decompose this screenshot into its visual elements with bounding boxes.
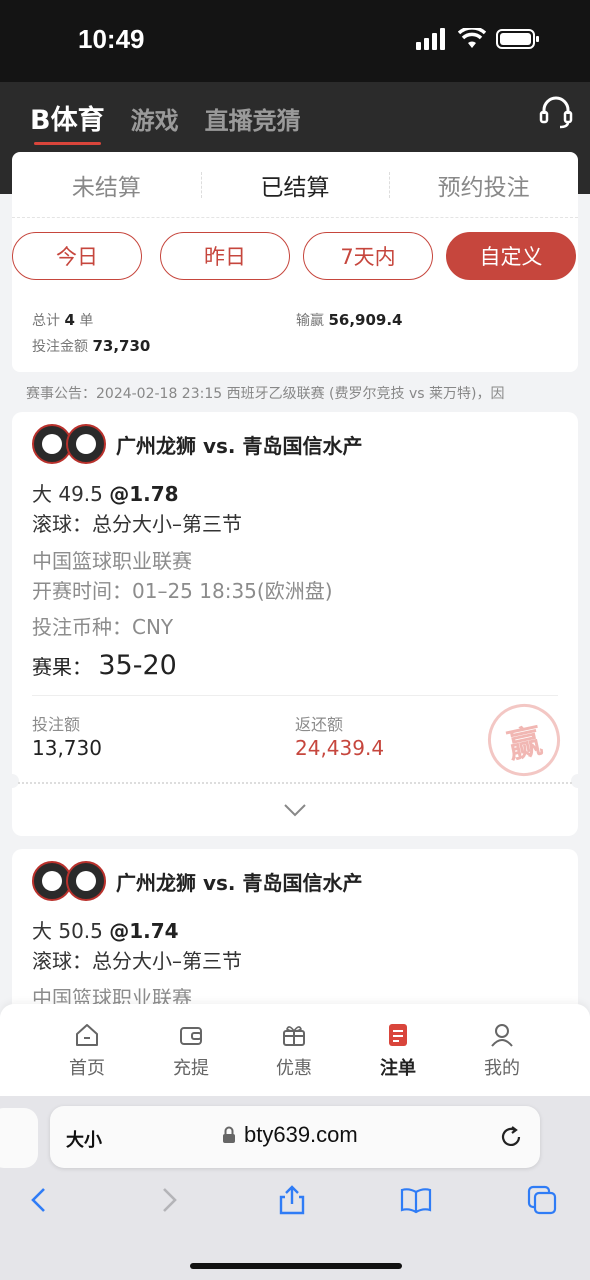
nav-label: 注单 xyxy=(380,1058,416,1079)
nav-label: 充提 xyxy=(173,1058,209,1079)
stake-value: 13,730 xyxy=(32,736,102,760)
settlement-card: 未结算 已结算 预约投注 今日 昨日 7天内 自定义 总计 4 单 输赢 56,… xyxy=(12,152,578,372)
bet-selection: 大 50.5 @1.74 xyxy=(32,915,179,944)
tab-games[interactable]: 游戏 xyxy=(131,101,179,136)
nav-label: 优惠 xyxy=(276,1058,312,1079)
selection-text: 大 49.5 xyxy=(32,482,103,506)
team-logos xyxy=(32,424,108,466)
return-value: 24,439.4 xyxy=(295,736,385,760)
bottom-nav: 首页 充提 优惠 注单 我的 xyxy=(0,1004,590,1096)
team-logos xyxy=(32,861,108,903)
nav-label: 首页 xyxy=(69,1058,105,1079)
battery-icon xyxy=(496,29,539,49)
win-stamp: 赢 xyxy=(481,697,567,783)
nav-promotions[interactable]: 优惠 xyxy=(254,1022,334,1080)
bet-currency: 投注币种：CNY xyxy=(32,615,174,639)
match-result: 赛果： 35-20 xyxy=(32,650,177,681)
tab-b-sports[interactable]: B体育 xyxy=(30,98,105,145)
tab-live-guess[interactable]: 直播竞猜 xyxy=(205,101,301,136)
winloss-value: 56,909.4 xyxy=(328,311,403,329)
nav-deposit-withdraw[interactable]: 充提 xyxy=(151,1022,231,1080)
nav-home[interactable]: 首页 xyxy=(47,1022,127,1080)
tab-reserved-bets[interactable]: 预约投注 xyxy=(389,168,578,202)
market-type: 滚球：总分大小–第三节 xyxy=(32,949,242,973)
filter-7-days[interactable]: 7天内 xyxy=(303,232,433,280)
status-icons xyxy=(416,28,540,50)
status-time: 10:49 xyxy=(78,24,145,54)
selection-text: 大 50.5 xyxy=(32,919,103,943)
ticket-notch-left xyxy=(5,774,19,788)
signal-icon xyxy=(416,28,445,50)
headset-icon[interactable] xyxy=(538,94,574,130)
home-icon xyxy=(76,1024,98,1046)
home-indicator xyxy=(190,1263,402,1269)
wifi-icon xyxy=(458,28,486,48)
forward-icon[interactable] xyxy=(152,1184,184,1216)
market-type: 滚球：总分大小–第三节 xyxy=(32,512,242,536)
bet-stats: 总计 4 单 输赢 56,909.4 投注金额 73,730 xyxy=(32,310,552,362)
url-text: bty639.com xyxy=(244,1122,358,1147)
odds-value: @1.74 xyxy=(109,919,179,943)
back-icon[interactable] xyxy=(24,1184,56,1216)
top-nav: B体育 游戏 直播竞猜 xyxy=(30,98,301,145)
filter-today[interactable]: 今日 xyxy=(12,232,142,280)
settlement-tabs: 未结算 已结算 预约投注 xyxy=(12,152,578,218)
ticket-perforation xyxy=(18,782,572,784)
odds-value: @1.78 xyxy=(109,482,179,506)
start-time: 开赛时间：01–25 18:35(欧洲盘) xyxy=(32,579,333,603)
bet-selection: 大 49.5 @1.78 xyxy=(32,478,179,507)
previous-tab-preview[interactable] xyxy=(0,1108,38,1168)
text-size-button[interactable]: 大小 xyxy=(66,1126,102,1152)
match-title: 广州龙狮 vs. 青岛国信水产 xyxy=(116,871,363,895)
browser-chrome: 大小 bty639.com xyxy=(0,1096,590,1280)
bet-card[interactable]: 广州龙狮 vs. 青岛国信水产 大 49.5 @1.78 滚球：总分大小–第三节… xyxy=(5,412,585,836)
tab-unsettled[interactable]: 未结算 xyxy=(12,168,201,202)
address-bar[interactable]: 大小 bty639.com xyxy=(50,1106,540,1168)
lock-icon xyxy=(223,1126,235,1143)
reload-icon[interactable] xyxy=(498,1124,524,1150)
ticket-notch-right xyxy=(571,774,585,788)
share-icon[interactable] xyxy=(276,1184,308,1216)
stake-label: 投注额 xyxy=(32,715,81,734)
date-filters: 今日 昨日 7天内 自定义 xyxy=(12,232,576,280)
result-score: 35-20 xyxy=(98,650,177,681)
match-title: 广州龙狮 vs. 青岛国信水产 xyxy=(116,434,363,458)
league-name: 中国篮球职业联赛 xyxy=(32,549,192,573)
return-label: 返还额 xyxy=(295,715,344,734)
chevron-down-icon[interactable] xyxy=(282,800,308,820)
status-bar: 10:49 xyxy=(0,0,590,82)
away-team-logo xyxy=(66,861,106,901)
divider xyxy=(32,695,558,696)
total-count: 4 xyxy=(64,311,75,329)
filter-yesterday[interactable]: 昨日 xyxy=(160,232,290,280)
away-team-logo xyxy=(66,424,106,464)
event-notice[interactable]: 赛事公告：2024-02-18 23:15 西班牙乙级联赛 (费罗尔竞技 vs … xyxy=(26,383,590,403)
tab-settled[interactable]: 已结算 xyxy=(200,168,390,202)
tab-label: B体育 xyxy=(30,105,105,136)
bookmarks-icon[interactable] xyxy=(400,1184,432,1216)
bet-amount-value: 73,730 xyxy=(92,337,151,355)
bet-slip-icon xyxy=(389,1024,407,1046)
total-unit: 单 xyxy=(79,313,94,329)
nav-label: 我的 xyxy=(484,1058,520,1079)
filter-custom[interactable]: 自定义 xyxy=(446,232,576,280)
profile-icon xyxy=(491,1024,513,1047)
bet-amount-label: 投注金额 xyxy=(32,339,88,355)
tabs-icon[interactable] xyxy=(526,1184,558,1216)
gift-icon xyxy=(283,1026,305,1046)
wallet-icon xyxy=(180,1027,202,1045)
nav-profile[interactable]: 我的 xyxy=(462,1022,542,1080)
active-underline xyxy=(34,142,101,145)
url-display[interactable]: bty639.com xyxy=(222,1122,358,1148)
total-label: 总计 xyxy=(32,313,60,329)
winloss-label: 输赢 xyxy=(296,313,324,329)
nav-bet-slip[interactable]: 注单 xyxy=(358,1022,438,1080)
result-label: 赛果： xyxy=(32,655,92,679)
